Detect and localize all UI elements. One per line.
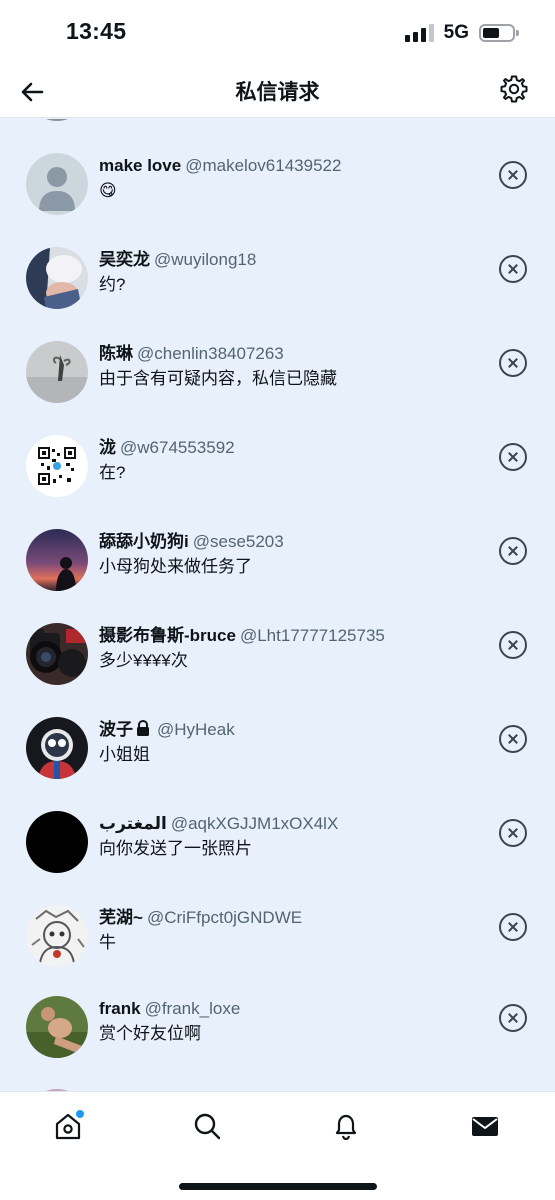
status-time: 13:45 [66, 18, 127, 44]
sender-name: 摄影布鲁斯-bruce [99, 626, 236, 645]
tab-home[interactable] [48, 1106, 88, 1146]
request-row[interactable]: 陈琳 @chenlin38407263 由于含有可疑内容，私信已隐藏 [0, 341, 555, 435]
request-row[interactable]: frank @frank_loxe 赏个好友位啊 [0, 996, 555, 1090]
search-icon [194, 1113, 221, 1140]
partial-avatar [26, 119, 88, 121]
message-preview: 约? [99, 275, 126, 294]
dismiss-button[interactable] [499, 913, 527, 941]
request-row[interactable]: 芜湖~ @CriFfpct0jGNDWE 牛 [0, 905, 555, 999]
dismiss-button[interactable] [499, 255, 527, 283]
sender-handle: @sese5203 [192, 532, 284, 551]
sender-handle: @chenlin38407263 [137, 344, 284, 363]
bottom-tab-bar [0, 1091, 555, 1200]
home-indicator [179, 1183, 377, 1190]
bell-icon [335, 1114, 357, 1141]
request-row[interactable]: make love @makelov61439522 😋 [0, 153, 555, 247]
sender-handle: @makelov61439522 [185, 156, 342, 175]
message-preview: 多少¥¥¥¥次 [99, 651, 188, 670]
sender-name: 陈琳 [99, 344, 133, 363]
sender-name: 芜湖~ [99, 908, 143, 927]
sender-name: 吴奕龙 [99, 250, 150, 269]
qr-code-avatar[interactable] [26, 435, 88, 497]
signal-icon [404, 24, 434, 42]
sender-handle: @wuyilong18 [154, 250, 257, 269]
default-avatar[interactable] [26, 153, 88, 215]
photo-avatar[interactable] [26, 341, 88, 403]
message-preview: 赏个好友位啊 [99, 1024, 201, 1043]
dismiss-button[interactable] [499, 631, 527, 659]
lock-icon [137, 720, 149, 736]
request-row[interactable]: 摄影布鲁斯-bruce @Lht17777125735 多少¥¥¥¥次 [0, 623, 555, 717]
request-row[interactable]: 舔舔小奶狗i @sese5203 小母狗处来做任务了 [0, 529, 555, 623]
dismiss-button[interactable] [499, 1004, 527, 1032]
message-preview: 小母狗处来做任务了 [99, 557, 252, 576]
tab-notifications[interactable] [326, 1106, 366, 1146]
request-row[interactable]: 泷 @w674553592 在? [0, 435, 555, 529]
sender-handle: @w674553592 [120, 438, 235, 457]
nav-header: 私信请求 [0, 66, 555, 118]
sender-handle: @CriFfpct0jGNDWE [146, 908, 303, 927]
dismiss-button[interactable] [499, 161, 527, 189]
message-preview: 牛 [99, 933, 116, 952]
sender-handle: @aqkXGJJM1xOX4lX [170, 814, 339, 833]
black-avatar[interactable] [26, 811, 88, 873]
message-request-list: make love @makelov61439522 😋 吴奕龙 @wuyilong… [0, 119, 555, 1091]
message-preview: 小姐姐 [99, 745, 150, 764]
status-bar: 13:45 5G [0, 0, 555, 66]
sender-name: 舔舔小奶狗i [99, 532, 189, 551]
notification-dot [76, 1110, 84, 1118]
envelope-icon [472, 1117, 498, 1136]
sender-name: frank [99, 999, 141, 1018]
photo-avatar[interactable] [26, 996, 88, 1058]
photo-avatar[interactable] [26, 717, 88, 779]
sender-handle: @Lht17777125735 [239, 626, 385, 645]
sender-name: 波子 [99, 720, 133, 739]
tab-search[interactable] [187, 1106, 227, 1146]
sender-name: make love [99, 156, 182, 175]
drawing-avatar[interactable] [26, 905, 88, 967]
battery-icon [479, 24, 519, 42]
request-row[interactable]: 波子 @HyHeak 小姐姐 [0, 717, 555, 811]
photo-avatar[interactable] [26, 247, 88, 309]
sender-name: المغترب [99, 814, 167, 833]
message-preview: 😋 [99, 181, 117, 200]
page-title: 私信请求 [235, 81, 320, 104]
dismiss-button[interactable] [499, 819, 527, 847]
message-preview: 由于含有可疑内容，私信已隐藏 [99, 369, 337, 388]
status-indicators: 5G [404, 21, 519, 45]
sender-handle: @HyHeak [157, 720, 235, 739]
sender-name: 泷 [99, 438, 116, 457]
settings-button[interactable] [499, 74, 529, 104]
photo-avatar[interactable] [26, 529, 88, 591]
dismiss-button[interactable] [499, 349, 527, 377]
gear-icon [500, 75, 528, 103]
request-row[interactable]: 吴奕龙 @wuyilong18 约? [0, 247, 555, 341]
request-row[interactable]: المغترب @aqkXGJJM1xOX4lX 向你发送了一张照片 [0, 811, 555, 905]
sender-handle: @frank_loxe [144, 999, 241, 1018]
dismiss-button[interactable] [499, 537, 527, 565]
dismiss-button[interactable] [499, 443, 527, 471]
camera-avatar[interactable] [26, 623, 88, 685]
message-preview: 在? [99, 463, 126, 482]
message-preview: 向你发送了一张照片 [99, 839, 252, 858]
dismiss-button[interactable] [499, 725, 527, 753]
tab-messages[interactable] [465, 1106, 505, 1146]
network-label: 5G [443, 22, 469, 43]
